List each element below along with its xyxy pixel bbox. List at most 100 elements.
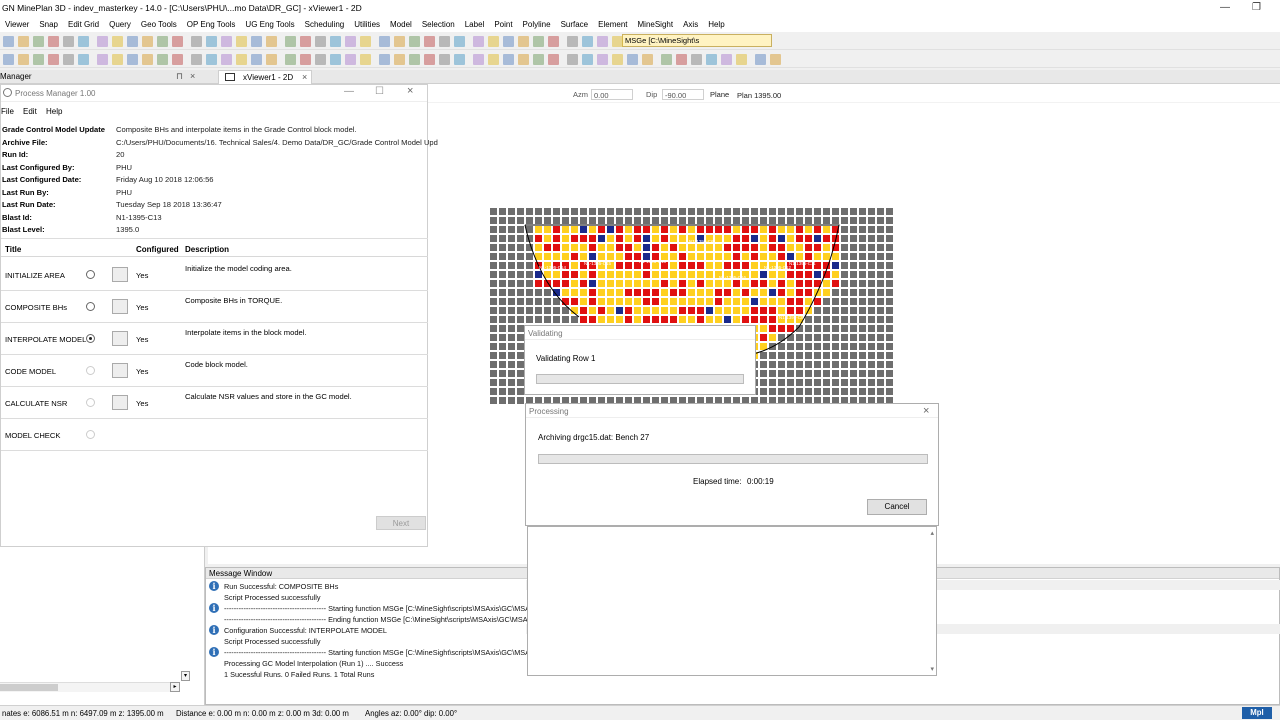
toolbar-button-icon[interactable] (63, 54, 74, 65)
dip-input[interactable]: -90.00 (662, 89, 704, 100)
toolbar-button-icon[interactable] (266, 54, 277, 65)
toolbar-button-icon[interactable] (315, 36, 326, 47)
toolbar-button-icon[interactable] (379, 36, 390, 47)
manager-tab[interactable]: Manager (0, 72, 32, 81)
menu-item[interactable]: Viewer (0, 20, 34, 29)
toolbar-button-icon[interactable] (706, 54, 717, 65)
toolbar-button-icon[interactable] (627, 54, 638, 65)
toolbar-button-icon[interactable] (736, 54, 747, 65)
toolbar-button-icon[interactable] (454, 36, 465, 47)
toolbar-button-icon[interactable] (518, 54, 529, 65)
toolbar-button-icon[interactable] (236, 36, 247, 47)
toolbar-button-icon[interactable] (567, 54, 578, 65)
processing-log-pane[interactable]: ▴ ▾ (527, 526, 937, 676)
toolbar-button-icon[interactable] (330, 54, 341, 65)
toolbar-button-icon[interactable] (582, 36, 593, 47)
toolbar-button-icon[interactable] (127, 54, 138, 65)
toolbar-button-icon[interactable] (266, 36, 277, 47)
cancel-button[interactable]: Cancel (867, 499, 927, 515)
toolbar-button-icon[interactable] (597, 54, 608, 65)
toolbar-button-icon[interactable] (112, 36, 123, 47)
toolbar-button-icon[interactable] (548, 54, 559, 65)
pm-menu-item[interactable]: Edit (23, 107, 37, 116)
toolbar-button-icon[interactable] (97, 36, 108, 47)
toolbar-button-icon[interactable] (3, 36, 14, 47)
toolbar-button-icon[interactable] (533, 36, 544, 47)
pm-menu-item[interactable]: File (1, 107, 14, 116)
toolbar-button-icon[interactable] (379, 54, 390, 65)
pm-maximize-icon[interactable]: ☐ (375, 86, 384, 97)
toolbar-button-icon[interactable] (221, 54, 232, 65)
mpl-badge[interactable]: Mpl (1242, 707, 1272, 719)
menu-item[interactable]: Point (489, 20, 517, 29)
menu-item[interactable]: Help (703, 20, 729, 29)
toolbar-button-icon[interactable] (597, 36, 608, 47)
toolbar-button-icon[interactable] (191, 36, 202, 47)
pm-close-icon[interactable]: × (407, 85, 413, 97)
toolbar-button-icon[interactable] (251, 54, 262, 65)
toolbar-button-icon[interactable] (582, 54, 593, 65)
step-config-icon[interactable] (112, 267, 128, 282)
toolbar-button-icon[interactable] (127, 36, 138, 47)
toolbar-button-icon[interactable] (394, 36, 405, 47)
toolbar-button-icon[interactable] (439, 54, 450, 65)
toolbar-button-icon[interactable] (97, 54, 108, 65)
toolbar-button-icon[interactable] (409, 54, 420, 65)
toolbar-button-icon[interactable] (642, 54, 653, 65)
toolbar-button-icon[interactable] (454, 54, 465, 65)
next-button[interactable]: Next (376, 516, 426, 530)
toolbar-button-icon[interactable] (488, 54, 499, 65)
toolbar-button-icon[interactable] (300, 36, 311, 47)
toolbar-button-icon[interactable] (142, 54, 153, 65)
toolbar-button-icon[interactable] (424, 54, 435, 65)
toolbar-button-icon[interactable] (612, 54, 623, 65)
toolbar-button-icon[interactable] (503, 54, 514, 65)
step-config-icon[interactable] (112, 363, 128, 378)
toolbar-button-icon[interactable] (3, 54, 14, 65)
toolbar-button-icon[interactable] (206, 36, 217, 47)
toolbar-button-icon[interactable] (78, 36, 89, 47)
toolbar-button-icon[interactable] (691, 54, 702, 65)
scroll-up-icon[interactable]: ▴ (930, 529, 934, 537)
toolbar-button-icon[interactable] (191, 54, 202, 65)
step-select-radio[interactable] (86, 334, 95, 343)
menu-item[interactable]: Label (460, 20, 490, 29)
toolbar-button-icon[interactable] (360, 54, 371, 65)
toolbar-button-icon[interactable] (661, 54, 672, 65)
step-row[interactable]: MODEL CHECK (1, 419, 428, 451)
toolbar-button-icon[interactable] (676, 54, 687, 65)
toolbar-button-icon[interactable] (315, 54, 326, 65)
menu-item[interactable]: Model (385, 20, 417, 29)
toolbar-button-icon[interactable] (112, 54, 123, 65)
toolbar-button-icon[interactable] (18, 36, 29, 47)
step-select-radio[interactable] (86, 398, 95, 407)
step-row[interactable]: COMPOSITE BHs Yes Composite BHs in TORQUE. (1, 291, 428, 323)
toolbar-button-icon[interactable] (172, 36, 183, 47)
toolbar-button-icon[interactable] (439, 36, 450, 47)
scroll-right-icon[interactable]: ▸ (170, 682, 180, 692)
toolbar-button-icon[interactable] (157, 36, 168, 47)
toolbar-button-icon[interactable] (409, 36, 420, 47)
toolbar-button-icon[interactable] (330, 36, 341, 47)
minimize-icon[interactable]: — (1220, 2, 1230, 13)
toolbar-button-icon[interactable] (503, 36, 514, 47)
toolbar-button-icon[interactable] (394, 54, 405, 65)
pin-icon[interactable]: ⊓ (176, 71, 183, 82)
scroll-down-icon[interactable]: ▾ (181, 671, 190, 681)
toolbar-button-icon[interactable] (518, 36, 529, 47)
toolbar-button-icon[interactable] (755, 54, 766, 65)
step-row[interactable]: CODE MODEL Yes Code block model. (1, 355, 428, 387)
scroll-thumb[interactable] (0, 684, 58, 691)
step-config-icon[interactable] (112, 331, 128, 346)
step-config-icon[interactable] (112, 299, 128, 314)
toolbar-button-icon[interactable] (285, 54, 296, 65)
menu-item[interactable]: MineSight (633, 20, 679, 29)
toolbar-button-icon[interactable] (48, 36, 59, 47)
toolbar-button-icon[interactable] (251, 36, 262, 47)
menu-item[interactable]: Edit Grid (63, 20, 104, 29)
menu-item[interactable]: Utilities (349, 20, 385, 29)
menu-item[interactable]: OP Eng Tools (182, 20, 241, 29)
menu-item[interactable]: Axis (678, 20, 703, 29)
toolbar-button-icon[interactable] (345, 54, 356, 65)
menu-item[interactable]: Query (104, 20, 136, 29)
